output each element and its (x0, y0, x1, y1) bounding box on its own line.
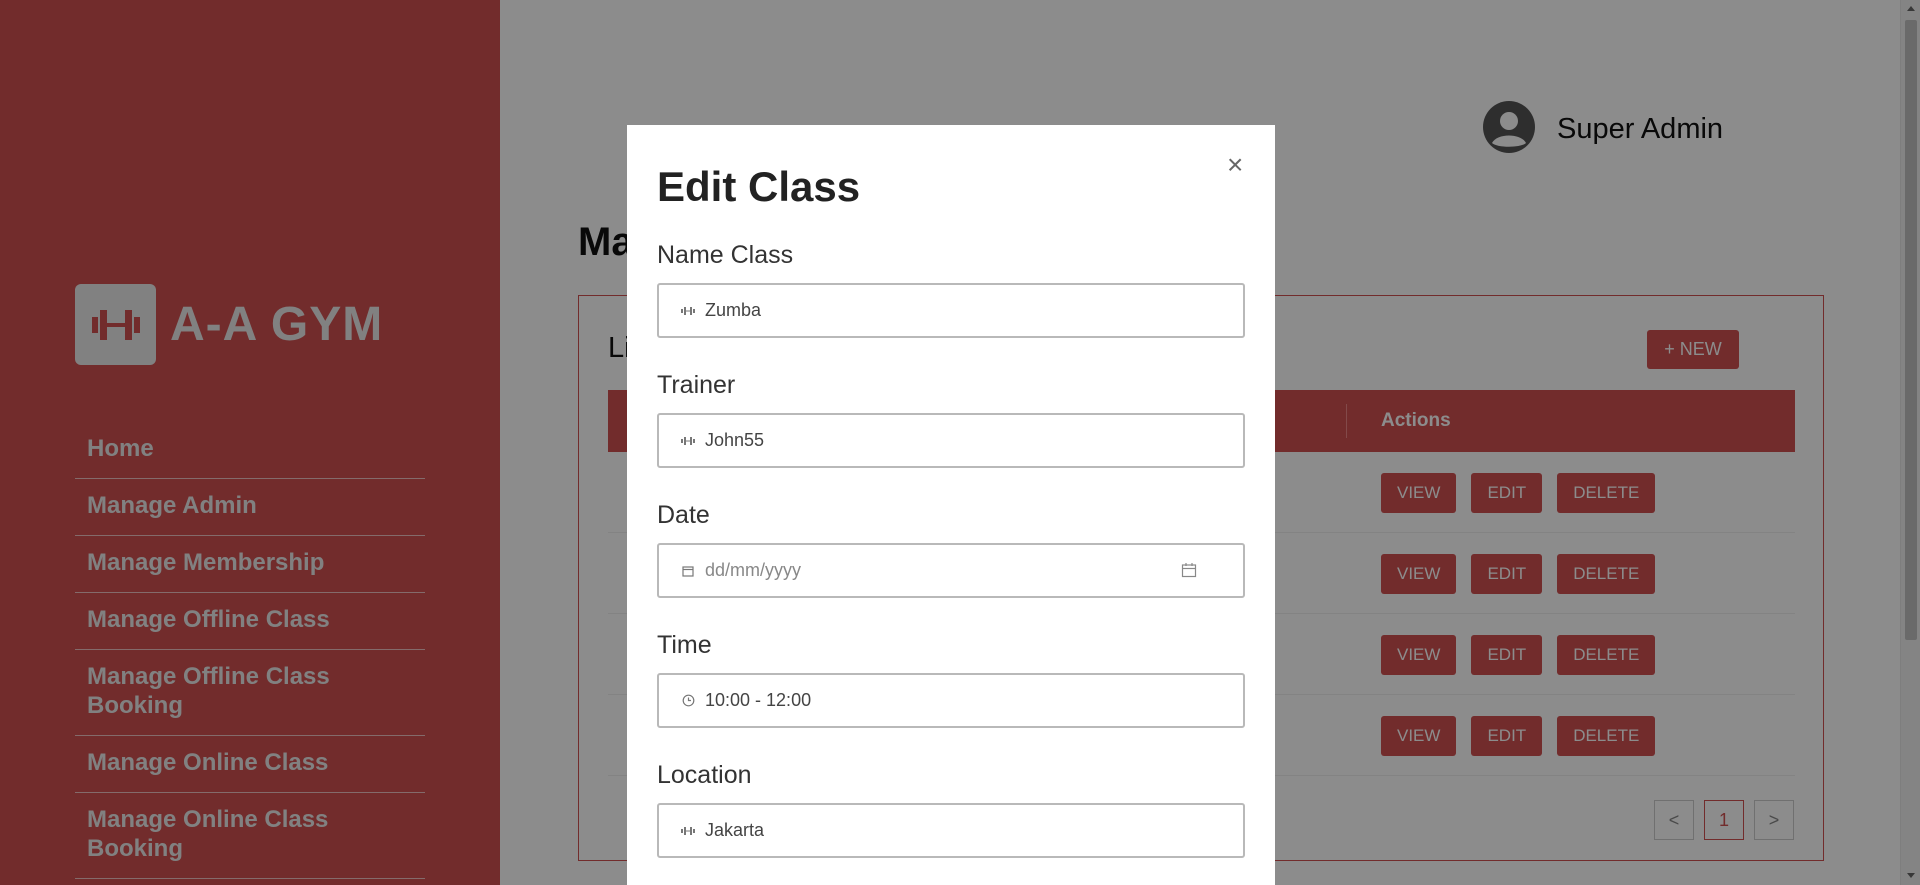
trainer-input[interactable] (705, 430, 1225, 451)
location-field[interactable] (657, 803, 1245, 858)
name-class-field[interactable] (657, 283, 1245, 338)
edit-class-modal: × Edit Class Name Class Trainer Date Tim… (627, 125, 1275, 885)
time-field[interactable] (657, 673, 1245, 728)
dumbbell-icon (679, 822, 697, 840)
time-label: Time (657, 631, 712, 659)
location-label: Location (657, 761, 752, 789)
trainer-label: Trainer (657, 371, 736, 399)
trainer-field[interactable] (657, 413, 1245, 468)
name-class-label: Name Class (657, 241, 794, 269)
location-input[interactable] (705, 820, 1225, 841)
clock-icon (679, 692, 697, 710)
modal-title: Edit Class (657, 163, 861, 210)
time-input[interactable] (705, 690, 1225, 711)
close-icon[interactable]: × (1227, 151, 1243, 179)
date-field[interactable] (657, 543, 1245, 598)
calendar-icon (679, 562, 697, 580)
dumbbell-icon (679, 302, 697, 320)
dumbbell-icon (679, 432, 697, 450)
name-class-input[interactable] (705, 300, 1225, 321)
date-label: Date (657, 501, 710, 529)
calendar-picker-icon[interactable] (1181, 562, 1199, 580)
date-input[interactable] (705, 560, 1225, 581)
